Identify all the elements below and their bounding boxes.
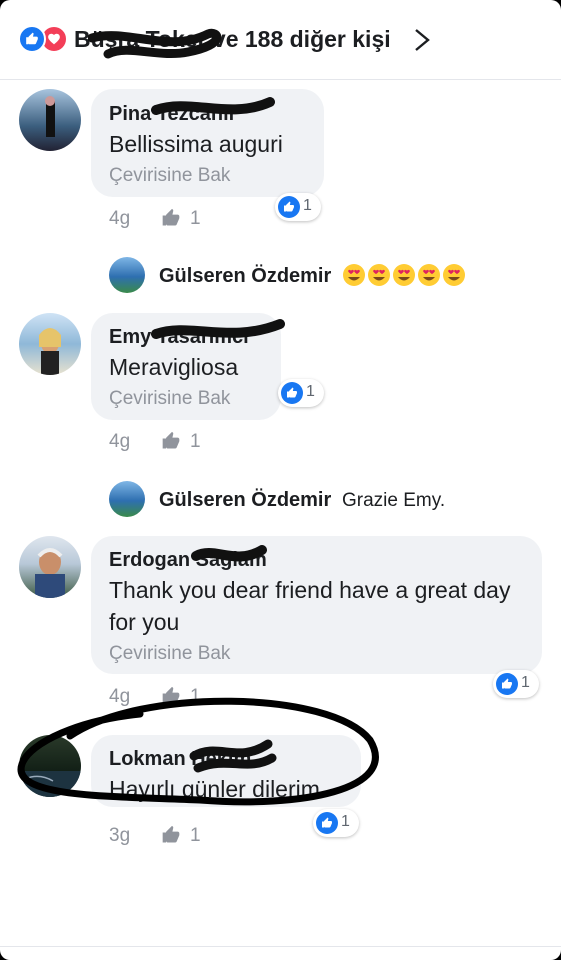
like-count: 1 xyxy=(190,431,201,452)
comment-time: 4g xyxy=(109,431,131,452)
heart-eyes-emoji xyxy=(443,264,465,286)
like-reaction-icon xyxy=(281,382,303,404)
see-translation-link[interactable]: Çevirisine Bak xyxy=(109,165,230,187)
like-count: 1 xyxy=(190,208,201,229)
redaction-scribble xyxy=(151,319,285,339)
redaction-scribble xyxy=(151,97,275,115)
reaction-count: 1 xyxy=(306,383,315,400)
redaction-scribble xyxy=(88,28,222,59)
avatar[interactable] xyxy=(109,257,145,293)
chevron-right-icon xyxy=(415,29,430,51)
reactions-header[interactable]: Büşra Toker ve 188 diğer kişi xyxy=(0,0,561,80)
reply-text: Grazie Emy. xyxy=(342,490,446,511)
avatar[interactable] xyxy=(19,89,81,151)
like-reaction-icon xyxy=(18,25,46,53)
reaction-badge[interactable]: 1 xyxy=(278,379,324,407)
comment-text: Thank you dear friend have a great day f… xyxy=(109,577,511,635)
hand-drawn-circle-annotation xyxy=(17,697,379,806)
heart-eyes-emoji xyxy=(368,264,390,286)
see-translation-link[interactable]: Çevirisine Bak xyxy=(109,643,230,665)
like-icon[interactable] xyxy=(161,431,181,451)
comment-time: 4g xyxy=(109,208,131,229)
comment-text: Bellissima auguri xyxy=(109,131,283,157)
comment-text: Meravigliosa xyxy=(109,354,239,380)
comments-screen: Büşra Toker ve 188 diğer kişi Pina Tezca… xyxy=(0,0,561,960)
heart-eyes-emoji xyxy=(393,264,415,286)
avatar[interactable] xyxy=(19,536,81,598)
reaction-count: 1 xyxy=(303,197,312,214)
avatar[interactable] xyxy=(19,313,81,375)
like-reaction-icon xyxy=(278,196,300,218)
reaction-badge[interactable]: 1 xyxy=(275,193,321,221)
avatar[interactable] xyxy=(109,481,145,517)
reply-author[interactable]: Gülseren Özdemir xyxy=(159,265,331,288)
reply-author[interactable]: Gülseren Özdemir xyxy=(159,489,331,512)
heart-eyes-emoji xyxy=(418,264,440,286)
heart-eyes-emoji xyxy=(343,264,365,286)
see-translation-link[interactable]: Çevirisine Bak xyxy=(109,388,230,410)
divider xyxy=(0,946,561,947)
redaction-scribble xyxy=(191,545,267,562)
like-icon[interactable] xyxy=(161,208,181,228)
